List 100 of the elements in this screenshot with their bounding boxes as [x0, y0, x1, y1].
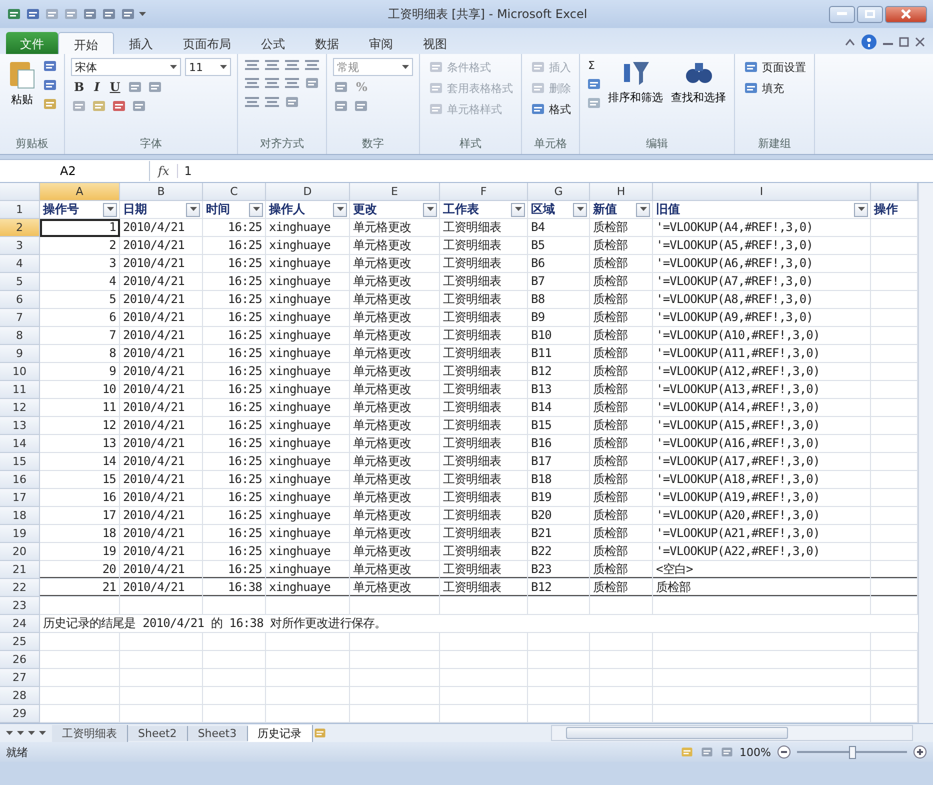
ribbon-tab[interactable]: 页面布局 — [168, 32, 246, 54]
maximize-button[interactable] — [857, 6, 883, 22]
table-cell[interactable]: 质检部 — [590, 579, 653, 597]
table-cell[interactable]: 16:25 — [203, 237, 266, 255]
row-header[interactable]: 16 — [0, 471, 40, 489]
row-header[interactable]: 9 — [0, 345, 40, 363]
table-cell[interactable]: 质检部 — [590, 309, 653, 327]
row-header[interactable]: 28 — [0, 687, 40, 705]
ribbon-tab[interactable]: 开始 — [58, 32, 114, 54]
table-cell[interactable]: 16:25 — [203, 381, 266, 399]
table-cell[interactable]: 单元格更改 — [350, 435, 440, 453]
ribbon-tab[interactable]: 文件 — [6, 32, 58, 54]
table-cell[interactable]: 工资明细表 — [440, 471, 528, 489]
empty-cell[interactable] — [528, 633, 590, 651]
table-cell[interactable]: xinghuaye — [266, 579, 350, 597]
table-cell[interactable]: 质检部 — [590, 435, 653, 453]
table-cell[interactable]: B8 — [528, 291, 590, 309]
empty-cell[interactable] — [440, 597, 528, 615]
table-cell[interactable]: '=VLOOKUP(A15,#REF!,3,0) — [653, 417, 871, 435]
table-cell[interactable]: B12 — [528, 579, 590, 597]
row-header[interactable]: 6 — [0, 291, 40, 309]
table-cell[interactable]: 6 — [40, 309, 120, 327]
table-cell[interactable]: 工资明细表 — [440, 345, 528, 363]
wrap-text-icon[interactable] — [304, 58, 320, 72]
indent-icon[interactable] — [244, 95, 260, 109]
table-cell[interactable]: xinghuaye — [266, 291, 350, 309]
empty-cell[interactable] — [350, 669, 440, 687]
table-cell[interactable]: 2010/4/21 — [120, 219, 203, 237]
table-cell[interactable]: 2010/4/21 — [120, 417, 203, 435]
table-cell[interactable]: 单元格更改 — [350, 507, 440, 525]
align-bottom-icon[interactable] — [284, 58, 300, 72]
table-cell[interactable]: 工资明细表 — [440, 327, 528, 345]
table-cell[interactable]: 16:25 — [203, 561, 266, 579]
row-header[interactable]: 26 — [0, 651, 40, 669]
table-cell[interactable]: 16:25 — [203, 363, 266, 381]
table-cell[interactable]: 单元格更改 — [350, 489, 440, 507]
table-cell[interactable]: 11 — [40, 399, 120, 417]
table-cell[interactable]: 4 — [40, 273, 120, 291]
table-cell[interactable]: 2010/4/21 — [120, 507, 203, 525]
table-cell[interactable]: xinghuaye — [266, 417, 350, 435]
empty-cell[interactable] — [120, 597, 203, 615]
align-middle-icon[interactable] — [264, 58, 280, 72]
table-cell[interactable]: 16:25 — [203, 273, 266, 291]
font-size-field[interactable]: 11 — [185, 58, 231, 76]
table-cell[interactable]: 2010/4/21 — [120, 363, 203, 381]
table-cell[interactable]: 9 — [40, 363, 120, 381]
empty-cell[interactable] — [203, 597, 266, 615]
zoom-in-icon[interactable] — [913, 745, 927, 759]
maximize-icon[interactable] — [865, 10, 875, 18]
row-header[interactable]: 23 — [0, 597, 40, 615]
column-header[interactable]: D — [266, 183, 350, 201]
paste-button[interactable]: 粘贴 — [6, 58, 38, 136]
table-cell[interactable]: 2010/4/21 — [120, 273, 203, 291]
ribbon-tab[interactable]: 审阅 — [354, 32, 408, 54]
table-cell[interactable]: B9 — [528, 309, 590, 327]
table-cell[interactable]: '=VLOOKUP(A17,#REF!,3,0) — [653, 453, 871, 471]
row-header[interactable]: 17 — [0, 489, 40, 507]
table-cell[interactable]: 2010/4/21 — [120, 237, 203, 255]
table-cell[interactable]: B13 — [528, 381, 590, 399]
empty-cell[interactable] — [350, 597, 440, 615]
ribbon-command[interactable]: 查找和选择 — [669, 58, 728, 136]
table-cell[interactable]: 2010/4/21 — [120, 381, 203, 399]
row-header[interactable]: 7 — [0, 309, 40, 327]
customize-arrow-icon[interactable] — [139, 12, 146, 16]
table-cell[interactable]: 16:25 — [203, 327, 266, 345]
empty-cell[interactable] — [350, 633, 440, 651]
table-cell[interactable]: '=VLOOKUP(A6,#REF!,3,0) — [653, 255, 871, 273]
collapse-ribbon-icon[interactable] — [845, 38, 855, 46]
table-cell[interactable]: '=VLOOKUP(A18,#REF!,3,0) — [653, 471, 871, 489]
column-header[interactable]: B — [120, 183, 203, 201]
table-cell[interactable]: xinghuaye — [266, 381, 350, 399]
table-cell[interactable]: 8 — [40, 345, 120, 363]
table-cell[interactable]: 质检部 — [590, 363, 653, 381]
table-cell[interactable]: 单元格更改 — [350, 561, 440, 579]
table-cell[interactable]: 2010/4/21 — [120, 327, 203, 345]
empty-cell[interactable] — [266, 597, 350, 615]
table-cell[interactable]: 质检部 — [590, 345, 653, 363]
table-cell[interactable]: 质检部 — [590, 525, 653, 543]
table-cell[interactable]: xinghuaye — [266, 543, 350, 561]
empty-cell[interactable] — [350, 651, 440, 669]
ribbon-command[interactable]: 排序和筛选 — [606, 58, 665, 136]
table-cell[interactable]: xinghuaye — [266, 507, 350, 525]
table-cell[interactable]: 质检部 — [590, 453, 653, 471]
table-cell[interactable]: 16:25 — [203, 417, 266, 435]
table-cell[interactable]: '=VLOOKUP(A9,#REF!,3,0) — [653, 309, 871, 327]
empty-cell[interactable] — [528, 687, 590, 705]
table-cell[interactable]: B16 — [528, 435, 590, 453]
table-cell[interactable]: 质检部 — [590, 543, 653, 561]
column-header[interactable]: F — [440, 183, 528, 201]
table-cell[interactable]: 工资明细表 — [440, 561, 528, 579]
table-cell[interactable]: '=VLOOKUP(A20,#REF!,3,0) — [653, 507, 871, 525]
table-cell[interactable]: 2010/4/21 — [120, 255, 203, 273]
row-header[interactable]: 19 — [0, 525, 40, 543]
row-header[interactable]: 22 — [0, 579, 40, 597]
table-cell[interactable]: 2010/4/21 — [120, 309, 203, 327]
row-header[interactable]: 1 — [0, 201, 40, 219]
table-cell[interactable]: 工资明细表 — [440, 453, 528, 471]
filter-arrow-icon[interactable] — [106, 207, 114, 212]
row-header[interactable]: 2 — [0, 219, 40, 237]
table-cell[interactable]: 质检部 — [590, 561, 653, 579]
